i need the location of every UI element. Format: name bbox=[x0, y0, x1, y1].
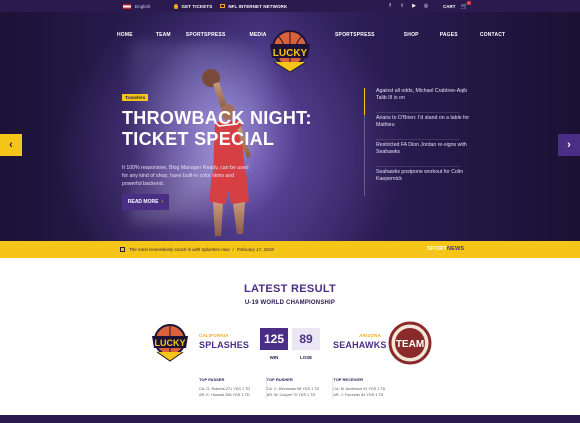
divider bbox=[376, 112, 460, 113]
news-title: Restricted FA Dion Jordan re-signs with … bbox=[376, 142, 467, 155]
nav-pages[interactable]: PAGES bbox=[440, 32, 458, 38]
home-team-city: CALIFORNIA bbox=[199, 333, 229, 338]
home-team-logo[interactable]: LUCKY bbox=[148, 320, 192, 364]
news-title: Seahawks postpone workout for Colin Kaep… bbox=[376, 169, 464, 182]
instagram-icon[interactable]: ◎ bbox=[423, 3, 429, 9]
arrow-right-icon: › bbox=[161, 199, 164, 205]
headline-line-2: TICKET SPECIAL bbox=[122, 129, 275, 149]
network-link[interactable]: NFL INTERNET NETWORK bbox=[228, 4, 287, 9]
hero-slider: HOME TEAM SPORTSPRESS MEDIA SPORTSPRESS … bbox=[0, 12, 580, 241]
win-label: WIN bbox=[269, 355, 279, 360]
nav-team[interactable]: TEAM bbox=[156, 32, 171, 38]
news-indicator bbox=[364, 115, 365, 142]
away-logo-text: TEAM bbox=[396, 339, 424, 350]
cart-badge bbox=[467, 0, 471, 5]
section-subtitle: U-19 WORLD CHAMPIONSHIP bbox=[244, 300, 336, 306]
ticker-text[interactable]: The most insensitively coach is with Spl… bbox=[129, 247, 230, 252]
news-list: Against all odds, Michael Crabtree-Aqib … bbox=[364, 88, 472, 196]
divider bbox=[376, 166, 460, 167]
away-team[interactable]: ARIZONA SEAHAWKS bbox=[333, 333, 387, 350]
leader-row: AR. J. Forrester 84 YDS 1 TD bbox=[333, 393, 384, 397]
leader-row: AR. W. Cooper 70 YDS 1 TD bbox=[266, 393, 316, 397]
home-team[interactable]: CALIFORNIA SPLASHES bbox=[199, 333, 249, 350]
read-more-label: READ MORE bbox=[127, 199, 159, 205]
chevron-left-icon: ‹ bbox=[9, 139, 13, 151]
news-indicator bbox=[364, 88, 365, 115]
leader-title: TOP PASSER bbox=[199, 377, 225, 382]
news-item[interactable]: Arians to O'Brien: I'd stand on a table … bbox=[364, 115, 472, 142]
sport-news-brand: SPORTNEWS bbox=[427, 246, 464, 252]
away-team-city: ARIZONA bbox=[359, 333, 381, 338]
leader-title: TOP RECEIVER bbox=[333, 377, 363, 382]
footer-band bbox=[0, 415, 580, 423]
away-team-logo[interactable]: TEAM bbox=[387, 320, 433, 366]
news-title: Against all odds, Michael Crabtree-Aqib … bbox=[376, 88, 468, 101]
category-tag[interactable]: Transfers bbox=[122, 94, 149, 101]
section-title: LATEST RESULT bbox=[243, 283, 337, 295]
news-ticker: The most insensitively coach is with Spl… bbox=[0, 241, 580, 258]
divider bbox=[376, 139, 460, 140]
nav-sportspress-2[interactable]: SPORTSPRESS bbox=[335, 32, 375, 38]
page: English GET TICKETS NFL INTERNET NETWORK… bbox=[0, 0, 580, 423]
nav-contact[interactable]: CONTACT bbox=[480, 32, 505, 38]
facebook-icon[interactable]: f bbox=[387, 3, 393, 9]
home-team-name: SPLASHES bbox=[199, 340, 250, 350]
nav-sportspress[interactable]: SPORTSPRESS bbox=[186, 32, 226, 38]
news-item[interactable]: Restricted FA Dion Jordan re-signs with … bbox=[364, 142, 472, 169]
top-bar: English GET TICKETS NFL INTERNET NETWORK… bbox=[0, 0, 580, 12]
main-nav-left: HOME TEAM SPORTSPRESS MEDIA bbox=[117, 32, 267, 38]
read-more-button[interactable]: READ MORE › bbox=[122, 194, 169, 210]
social-links: f t ▶ ◎ bbox=[387, 3, 429, 9]
calendar-icon bbox=[120, 247, 125, 252]
logo-text: LUCKY bbox=[273, 48, 308, 59]
site-logo[interactable]: LUCKY bbox=[264, 24, 316, 76]
leader-column: TOP PASSER CA. O. Roberts 271 YDS 1 TD A… bbox=[199, 377, 266, 398]
news-indicator bbox=[364, 169, 365, 196]
latest-result-section: LATEST RESULT U-19 WORLD CHAMPIONSHIP LU… bbox=[0, 258, 580, 415]
main-nav-right: SPORTSPRESS SHOP PAGES CONTACT bbox=[335, 32, 505, 38]
cart-icon[interactable]: 🛒 bbox=[461, 0, 471, 10]
away-team-name: SEAHAWKS bbox=[333, 340, 387, 350]
leader-column: TOP RUSHER CA. C. Kinnaman 98 YDS 1 TD A… bbox=[265, 377, 333, 398]
twitter-icon[interactable]: t bbox=[399, 3, 405, 9]
get-tickets-link[interactable]: GET TICKETS bbox=[181, 4, 212, 9]
nav-home[interactable]: HOME bbox=[117, 32, 133, 38]
nav-shop[interactable]: SHOP bbox=[404, 32, 419, 38]
slider-next-button[interactable]: › bbox=[558, 134, 580, 156]
home-score: 125 bbox=[260, 328, 288, 350]
lose-label: LOSE bbox=[299, 355, 313, 360]
leader-column: TOP RECEIVER CA. M. Anderson 91 YDS 1 TD… bbox=[332, 377, 399, 398]
chevron-right-icon: › bbox=[567, 139, 571, 151]
news-indicator bbox=[364, 142, 365, 169]
tv-icon bbox=[220, 4, 226, 8]
youtube-icon[interactable]: ▶ bbox=[411, 3, 417, 9]
language-selector[interactable]: English bbox=[135, 4, 150, 9]
ticker-separator: / bbox=[232, 247, 234, 252]
ticker-date: February 17, 2019 bbox=[236, 247, 274, 252]
game-leaders: TOP PASSER CA. O. Roberts 271 YDS 1 TD A… bbox=[199, 377, 399, 398]
player-image bbox=[202, 69, 251, 236]
news-item[interactable]: Seahawks postpone workout for Colin Kaep… bbox=[364, 169, 472, 196]
away-score: 89 bbox=[292, 328, 320, 350]
brand-sport: SPORT bbox=[427, 246, 447, 252]
flame-icon bbox=[174, 3, 179, 9]
headline-line-1: THROWBACK NIGHT: bbox=[122, 108, 312, 128]
news-title: Arians to O'Brien: I'd stand on a table … bbox=[376, 115, 470, 128]
leader-title: TOP RUSHER bbox=[266, 377, 293, 382]
hero-headline: THROWBACK NIGHT: TICKET SPECIAL bbox=[122, 108, 322, 150]
slider-prev-button[interactable]: ‹ bbox=[0, 134, 22, 156]
hero-description: It 100% responsive, Blog Manager Ready, … bbox=[122, 165, 249, 187]
news-item[interactable]: Against all odds, Michael Crabtree-Aqib … bbox=[364, 88, 472, 115]
logo-text: LUCKY bbox=[155, 338, 186, 348]
leader-row: AR. K. Howard 256 YDS 1 TD bbox=[199, 393, 250, 397]
us-flag-icon[interactable] bbox=[123, 3, 131, 9]
cart-link[interactable]: CART bbox=[443, 4, 456, 9]
brand-news: NEWS bbox=[446, 246, 465, 252]
